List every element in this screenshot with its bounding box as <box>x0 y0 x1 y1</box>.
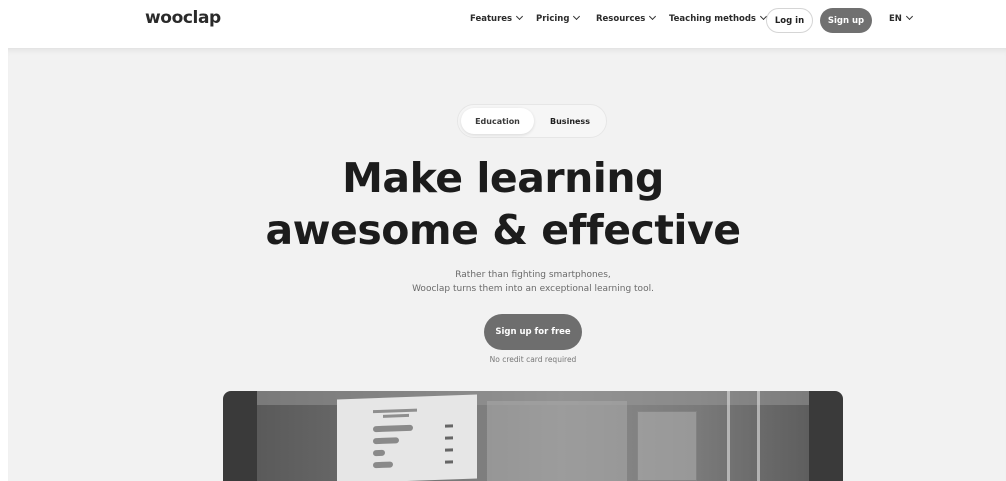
poll-result-bar <box>373 449 385 457</box>
nav-pricing[interactable]: Pricing <box>536 12 581 24</box>
video-wall <box>487 401 627 481</box>
poll-question-line <box>383 413 409 418</box>
login-button[interactable]: Log in <box>766 8 813 33</box>
poll-result-value <box>445 448 453 452</box>
tab-education[interactable]: Education <box>461 108 534 134</box>
signup-button[interactable]: Sign up <box>820 8 872 33</box>
poll-result-value <box>445 424 453 428</box>
poll-result-value <box>445 436 453 440</box>
projector-screen <box>337 394 477 481</box>
poll-result-value <box>445 460 453 464</box>
poll-result-bar <box>373 437 399 445</box>
hero-subtitle-line-2: Wooclap turns them into an exceptional l… <box>412 284 654 294</box>
nav-teaching-methods[interactable]: Teaching methods <box>669 12 768 24</box>
poll-result-bar <box>373 424 413 433</box>
hero-subtitle-line-1: Rather than fighting smartphones, <box>455 270 611 280</box>
classroom-image <box>257 391 809 481</box>
nav-features-label: Features <box>470 14 513 24</box>
tab-business[interactable]: Business <box>536 108 604 134</box>
language-label: EN <box>889 14 902 24</box>
chevron-down-icon <box>573 12 581 21</box>
video-post <box>727 391 730 481</box>
nav-features[interactable]: Features <box>470 12 524 24</box>
poll-result-bar <box>373 461 393 469</box>
signup-free-button[interactable]: Sign up for free <box>484 314 582 350</box>
poll-question-line <box>373 408 417 414</box>
classroom-video-preview[interactable] <box>223 391 843 481</box>
nav-teaching-methods-label: Teaching methods <box>669 14 756 24</box>
hero-title-line-1: Make learning <box>342 154 664 202</box>
nav-resources[interactable]: Resources <box>596 12 657 24</box>
no-credit-card-note: No credit card required <box>489 355 577 364</box>
nav-pricing-label: Pricing <box>536 14 570 24</box>
language-selector[interactable]: EN <box>889 12 913 24</box>
chevron-down-icon <box>905 12 913 21</box>
video-post <box>757 391 760 481</box>
wooclap-logo[interactable]: wooclap <box>145 8 221 28</box>
audience-toggle: Education Business <box>457 104 607 138</box>
top-navigation-bar: wooclap Features Pricing Resources Teach… <box>0 0 1006 46</box>
chevron-down-icon <box>516 12 524 21</box>
nav-resources-label: Resources <box>596 14 646 24</box>
chevron-down-icon <box>649 12 657 21</box>
video-door <box>637 411 697 481</box>
hero-title-line-2: awesome & effective <box>265 206 741 254</box>
